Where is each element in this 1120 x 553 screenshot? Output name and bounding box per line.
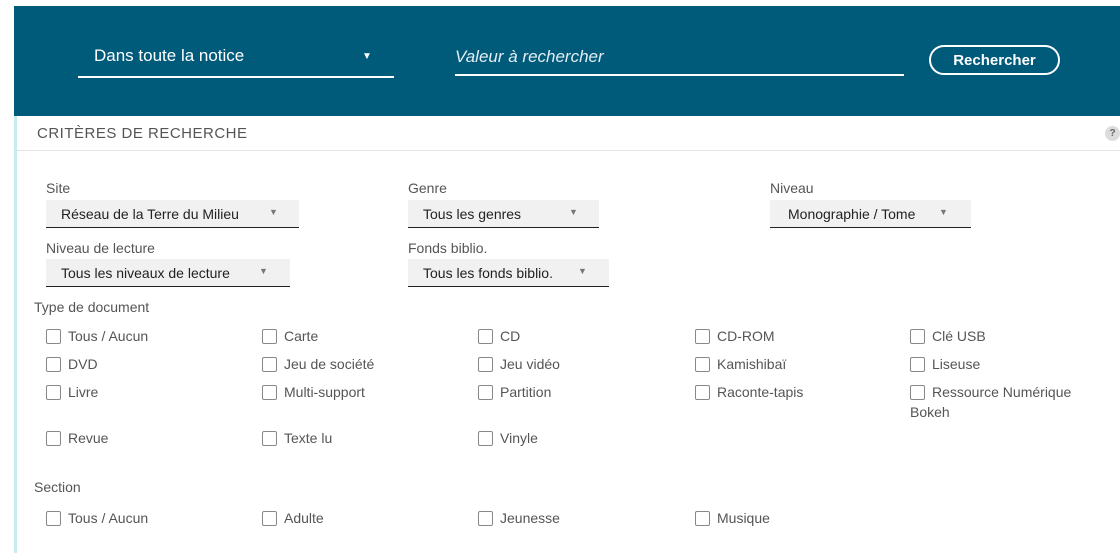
checkbox[interactable] xyxy=(46,329,61,344)
type-document-label: Type de document xyxy=(34,299,150,315)
genre-label: Genre xyxy=(408,180,447,196)
type-document-option[interactable]: Ressource Numérique Bokeh xyxy=(910,382,1105,422)
checkbox[interactable] xyxy=(910,329,925,344)
search-query-field xyxy=(455,42,904,76)
checkbox[interactable] xyxy=(46,357,61,372)
caret-down-icon: ▼ xyxy=(569,207,578,217)
type-document-option[interactable]: CD xyxy=(478,326,520,346)
caret-down-icon: ▼ xyxy=(259,266,268,276)
checkbox[interactable] xyxy=(46,511,61,526)
search-bar: Dans toute la notice ▼ Rechercher xyxy=(14,6,1120,116)
checkbox[interactable] xyxy=(478,357,493,372)
type-document-option[interactable]: Vinyle xyxy=(478,428,538,448)
section-option[interactable]: Adulte xyxy=(262,508,324,528)
niveau-label: Niveau xyxy=(770,180,814,196)
caret-down-icon: ▼ xyxy=(578,266,587,276)
checkbox[interactable] xyxy=(478,385,493,400)
niveau-select-value: Monographie / Tome xyxy=(788,206,916,222)
fonds-label: Fonds biblio. xyxy=(408,240,488,256)
site-label: Site xyxy=(46,180,71,196)
caret-down-icon: ▼ xyxy=(939,207,948,217)
type-document-option[interactable]: Partition xyxy=(478,382,551,402)
checkbox[interactable] xyxy=(910,385,925,400)
type-document-option[interactable]: DVD xyxy=(46,354,98,374)
type-document-option[interactable]: Texte lu xyxy=(262,428,332,448)
type-document-option[interactable]: Jeu vidéo xyxy=(478,354,560,374)
genre-select-value: Tous les genres xyxy=(423,206,522,222)
checkbox[interactable] xyxy=(478,511,493,526)
niveau-lecture-select-value: Tous les niveaux de lecture xyxy=(61,265,230,281)
section-option[interactable]: Jeunesse xyxy=(478,508,560,528)
checkbox[interactable] xyxy=(695,385,710,400)
type-document-option[interactable]: Liseuse xyxy=(910,354,980,374)
criteria-header: CRITÈRES DE RECHERCHE ? xyxy=(17,116,1120,151)
left-accent-bar xyxy=(14,116,17,553)
section-label: Section xyxy=(34,479,81,495)
genre-select[interactable]: Tous les genres ▼ xyxy=(408,200,599,228)
fonds-select-value: Tous les fonds biblio. xyxy=(423,265,553,281)
search-button[interactable]: Rechercher xyxy=(929,45,1060,75)
checkbox[interactable] xyxy=(262,385,277,400)
search-input[interactable] xyxy=(455,42,904,72)
type-document-option[interactable]: Jeu de société xyxy=(262,354,374,374)
checkbox[interactable] xyxy=(695,511,710,526)
search-scope-select[interactable]: Dans toute la notice ▼ xyxy=(78,46,394,78)
checkbox[interactable] xyxy=(46,385,61,400)
help-icon[interactable]: ? xyxy=(1105,126,1120,141)
search-scope-value: Dans toute la notice xyxy=(94,46,245,65)
section-option[interactable]: Musique xyxy=(695,508,770,528)
caret-down-icon: ▼ xyxy=(362,51,372,62)
type-document-option[interactable]: Tous / Aucun xyxy=(46,326,148,346)
type-document-option[interactable]: Carte xyxy=(262,326,318,346)
checkbox[interactable] xyxy=(46,431,61,446)
section-option[interactable]: Tous / Aucun xyxy=(46,508,148,528)
criteria-title: CRITÈRES DE RECHERCHE xyxy=(37,125,248,142)
checkbox[interactable] xyxy=(262,431,277,446)
site-select-value: Réseau de la Terre du Milieu xyxy=(61,206,239,222)
site-select[interactable]: Réseau de la Terre du Milieu ▼ xyxy=(46,200,299,228)
checkbox[interactable] xyxy=(695,357,710,372)
checkbox[interactable] xyxy=(910,357,925,372)
type-document-option[interactable]: Revue xyxy=(46,428,108,448)
checkbox[interactable] xyxy=(262,357,277,372)
checkbox[interactable] xyxy=(262,329,277,344)
type-document-option[interactable]: Clé USB xyxy=(910,326,986,346)
checkbox[interactable] xyxy=(478,431,493,446)
niveau-lecture-label: Niveau de lecture xyxy=(46,240,155,256)
type-document-option[interactable]: Livre xyxy=(46,382,98,402)
fonds-select[interactable]: Tous les fonds biblio. ▼ xyxy=(408,259,609,287)
checkbox[interactable] xyxy=(695,329,710,344)
checkbox[interactable] xyxy=(262,511,277,526)
checkbox[interactable] xyxy=(478,329,493,344)
type-document-option[interactable]: CD-ROM xyxy=(695,326,775,346)
niveau-lecture-select[interactable]: Tous les niveaux de lecture ▼ xyxy=(46,259,290,287)
type-document-option[interactable]: Kamishibaï xyxy=(695,354,786,374)
caret-down-icon: ▼ xyxy=(269,207,278,217)
type-document-option[interactable]: Raconte-tapis xyxy=(695,382,803,402)
type-document-option[interactable]: Multi-support xyxy=(262,382,365,402)
niveau-select[interactable]: Monographie / Tome ▼ xyxy=(770,200,971,228)
